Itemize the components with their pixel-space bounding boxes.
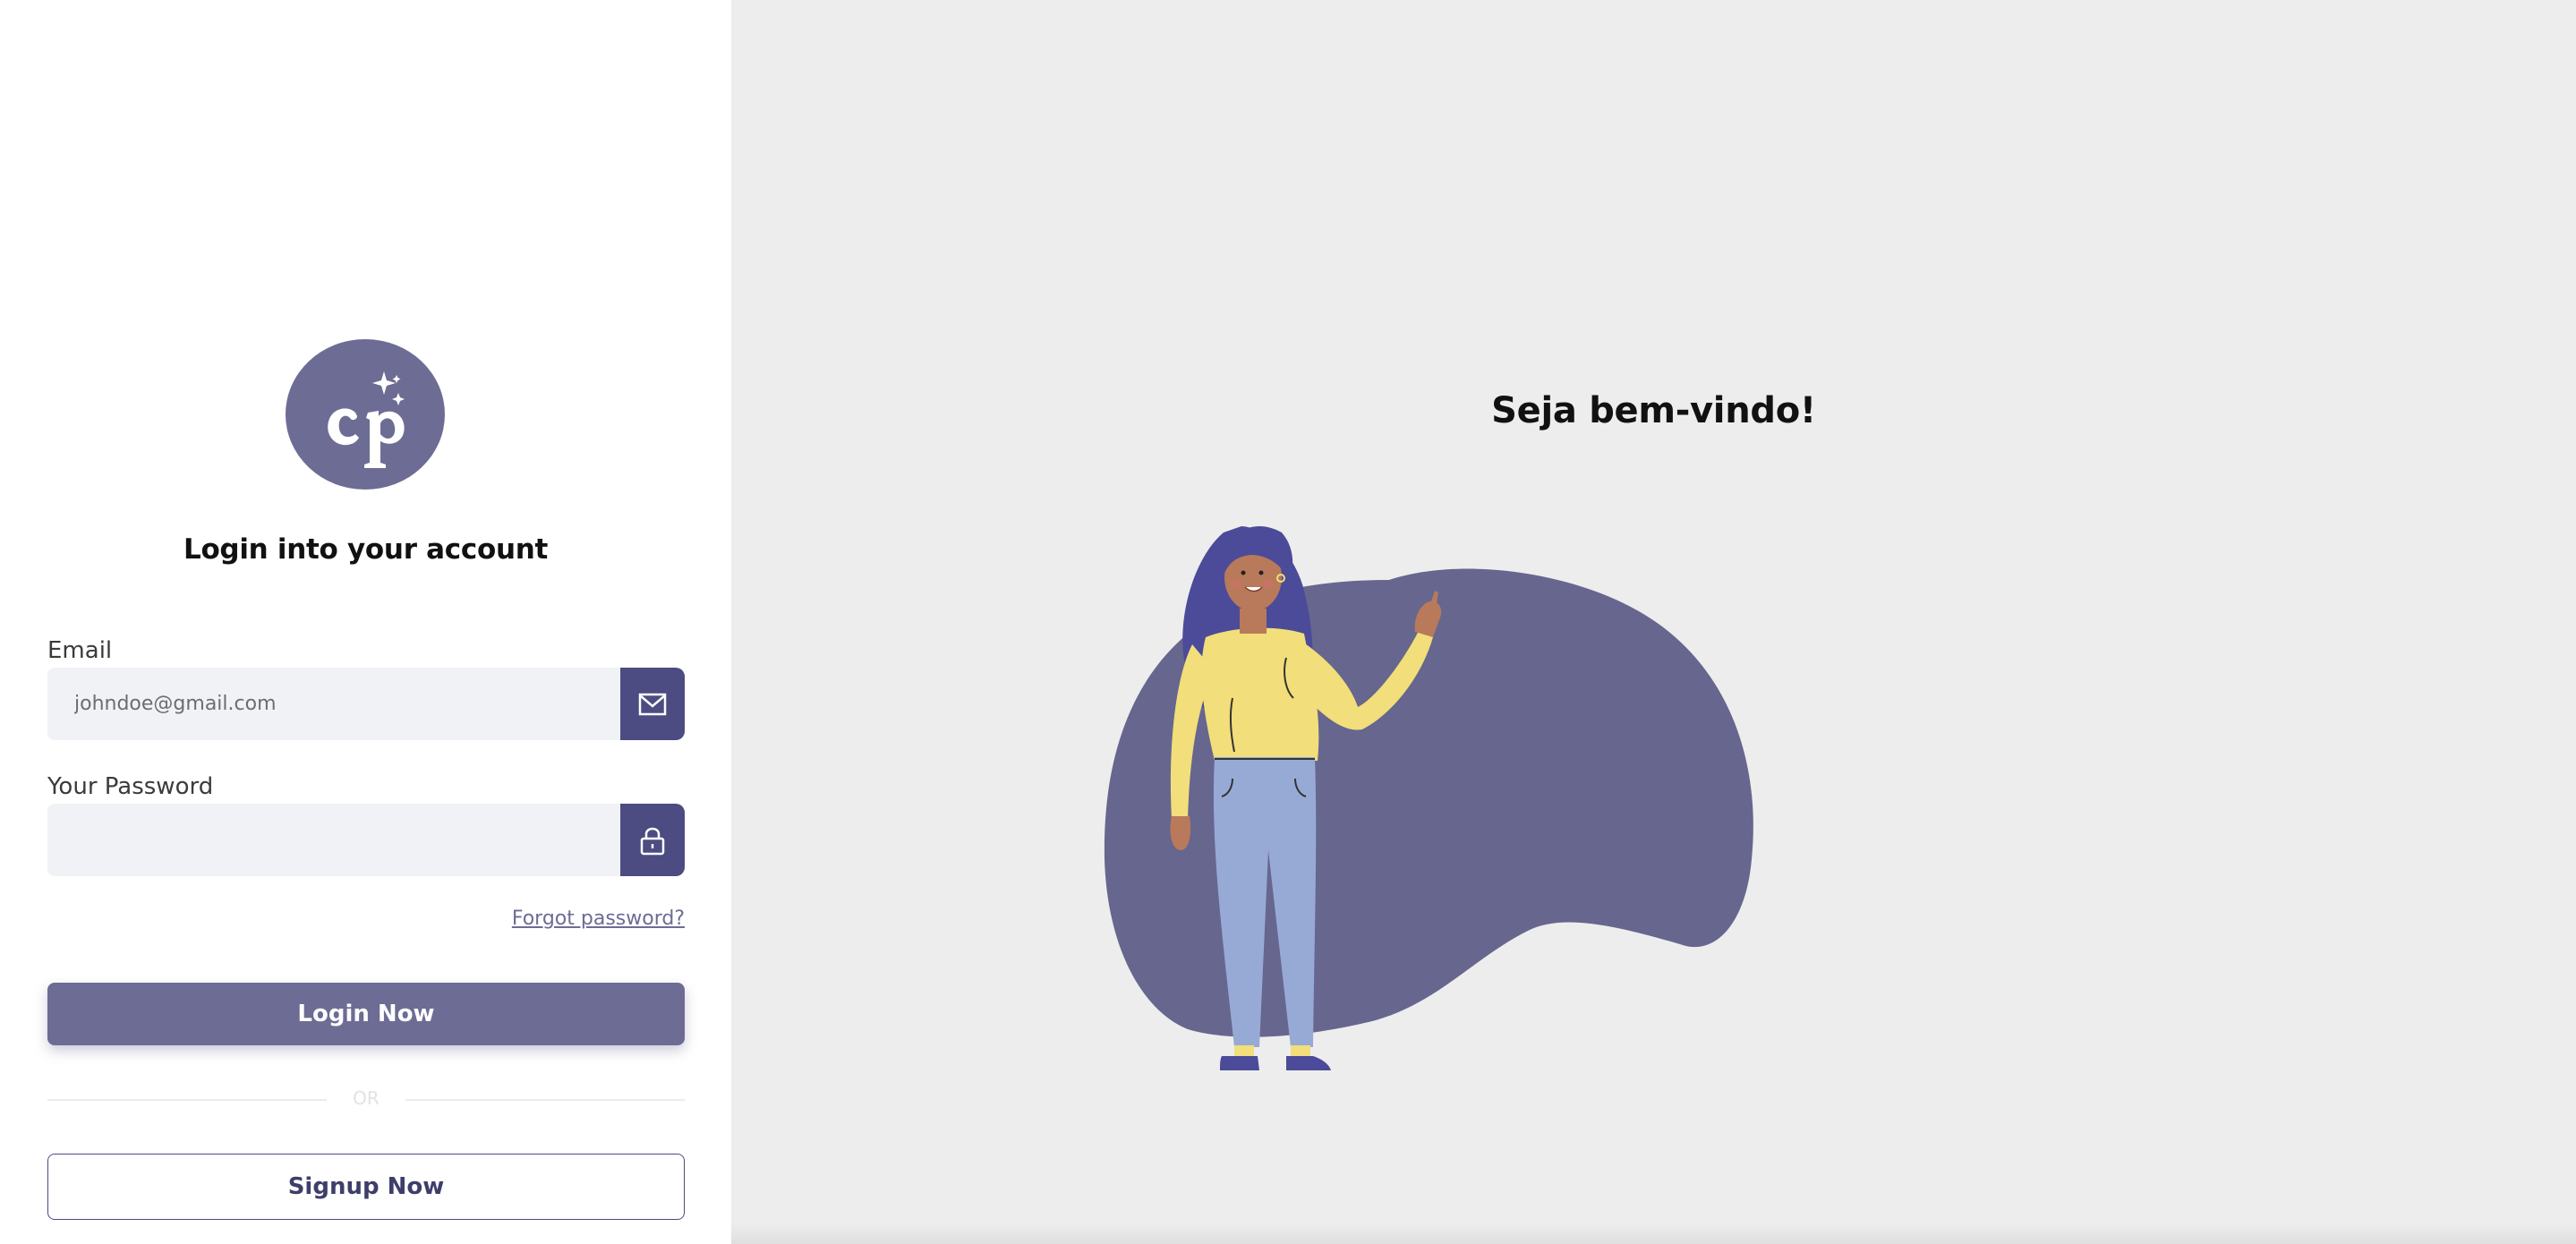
- app-root: Login into your account Email Your Passw…: [0, 0, 2576, 1244]
- signup-button[interactable]: Signup Now: [47, 1154, 685, 1220]
- logo-icon: [328, 371, 405, 468]
- mail-icon[interactable]: [620, 668, 685, 740]
- or-divider: OR: [47, 1085, 685, 1113]
- lock-icon[interactable]: [620, 804, 685, 876]
- divider-text: OR: [353, 1087, 380, 1109]
- password-input-group: [47, 804, 685, 876]
- forgot-password-link[interactable]: Forgot password?: [512, 907, 685, 930]
- password-label: Your Password: [47, 773, 214, 800]
- email-label: Email: [47, 637, 113, 664]
- login-panel: Login into your account Email Your Passw…: [0, 0, 731, 1244]
- login-title: Login into your account: [183, 533, 548, 566]
- brand-logo: [286, 339, 445, 490]
- hero-panel: Seja bem-vindo!: [731, 0, 2576, 1244]
- password-input[interactable]: [47, 804, 620, 876]
- woman-waving-illustration: [1104, 525, 1753, 1070]
- email-input[interactable]: [47, 668, 620, 740]
- divider-line-right: [405, 1099, 685, 1101]
- email-input-group: [47, 668, 685, 740]
- login-button[interactable]: Login Now: [47, 983, 685, 1045]
